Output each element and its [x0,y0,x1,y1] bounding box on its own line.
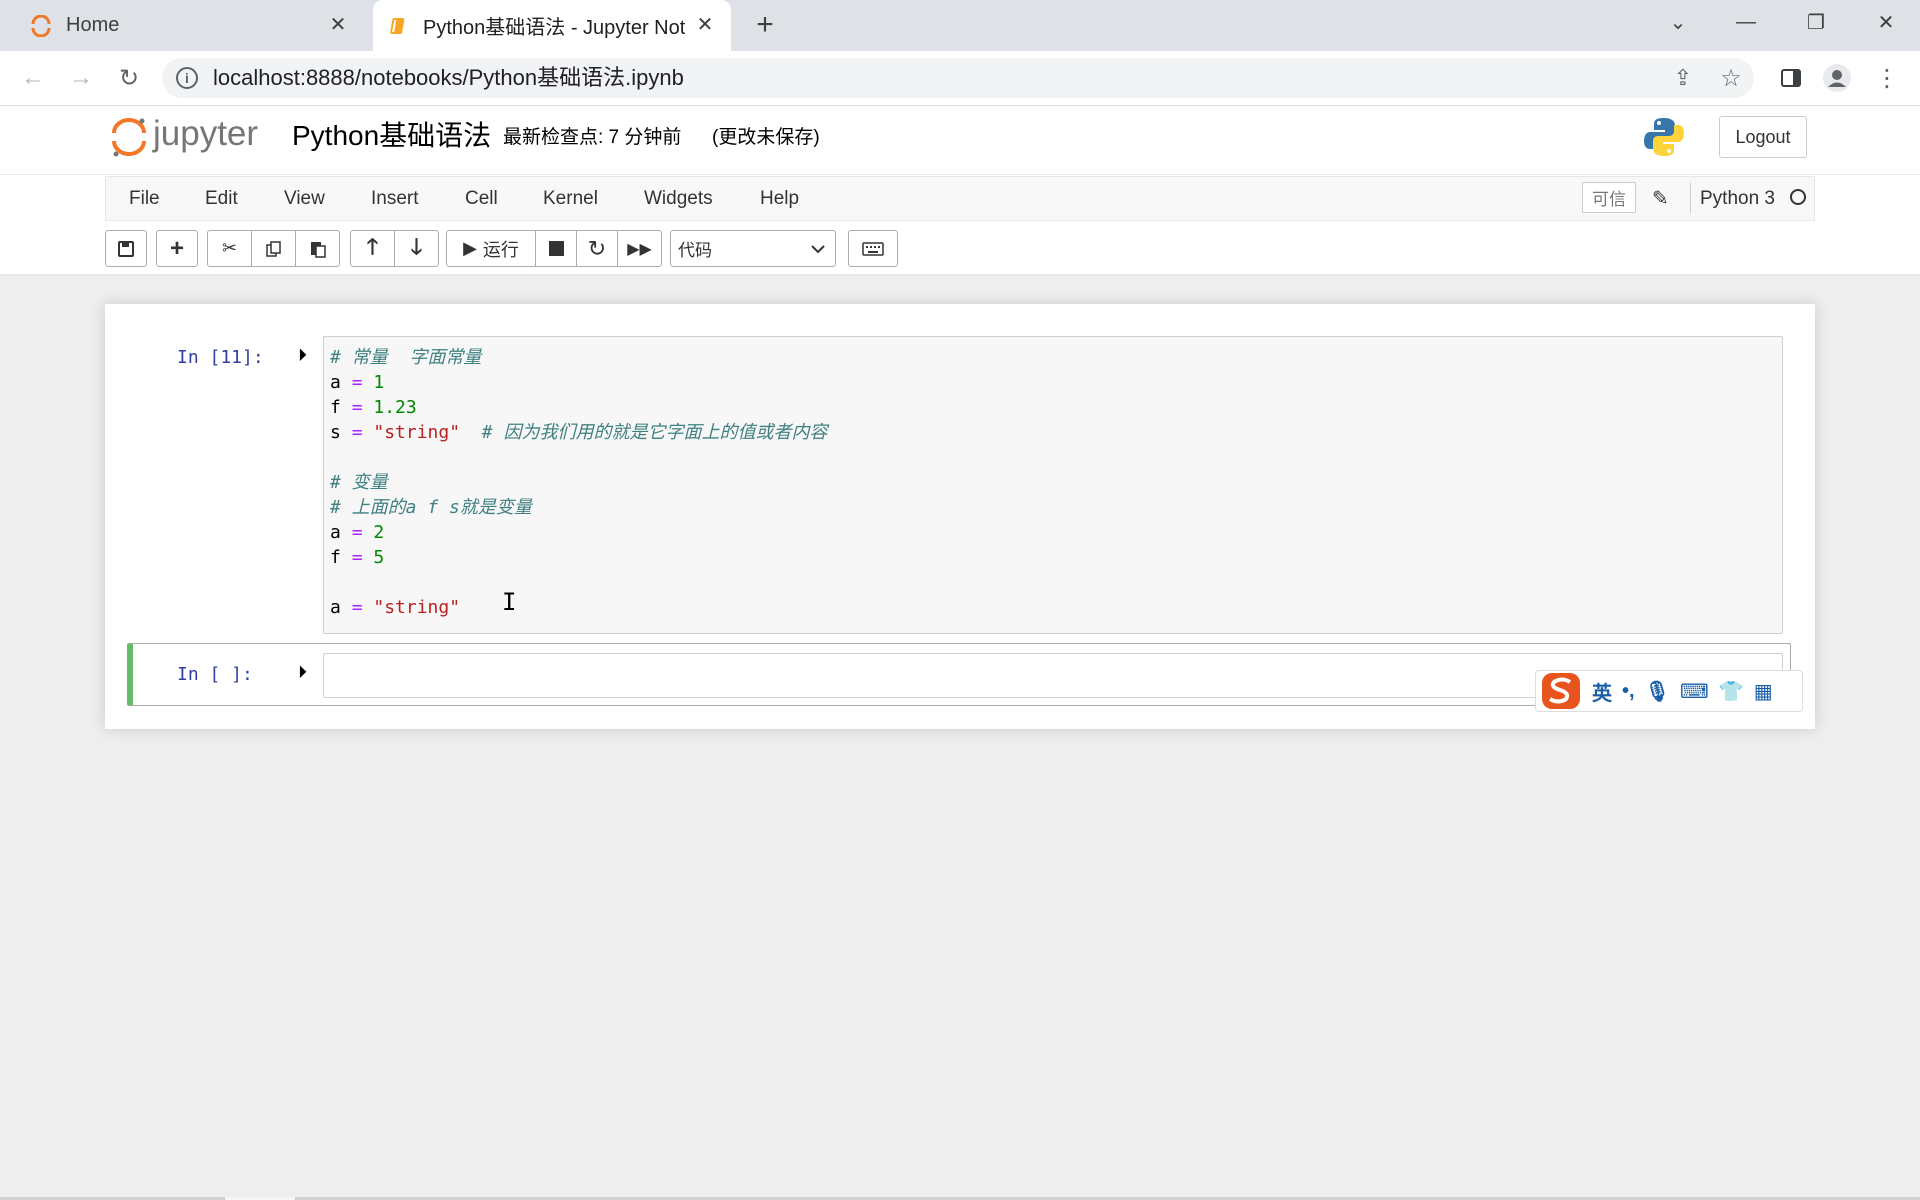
ime-punctuation-icon: •, [1622,679,1635,702]
restart-button[interactable]: ↻ [576,230,618,267]
close-window-icon[interactable]: ✕ [1856,0,1916,44]
text-cursor-icon: I [502,588,517,616]
keyboard-icon [862,241,884,256]
code-line: a = 2 [330,522,385,543]
code-line: # 上面的a f s就是变量 [330,497,532,518]
arrow-up-icon: 🡑 [366,233,379,259]
code-line: a = "string" [330,597,461,618]
move-up-button[interactable]: 🡑 [350,230,395,267]
menu-cell[interactable]: Cell [465,176,498,221]
new-tab-button[interactable]: + [748,8,782,42]
ime-microphone-icon: 🎙 [1644,680,1670,703]
ime-apps-icon: ▦ [1753,680,1773,703]
ime-keyboard-icon: ⌨ [1679,680,1709,703]
browser-menu-icon[interactable]: ⋮ [1872,63,1902,93]
trusted-indicator[interactable]: 可信 [1582,182,1636,213]
minimize-icon[interactable]: — [1716,0,1776,44]
fast-forward-icon: ▶▶ [627,240,652,258]
kernel-name[interactable]: Python 3 [1700,176,1775,221]
site-info-icon[interactable]: i [176,67,198,89]
jupyter-logo[interactable] [110,116,148,163]
cell-type-value: 代码 [678,241,712,260]
reload-icon[interactable]: ↻ [114,63,144,93]
copy-button[interactable] [251,230,296,267]
checkpoint-status: 最新检查点: 7 分钟前 [503,127,682,148]
profile-avatar-icon[interactable] [1822,63,1852,93]
play-icon: ▶ [463,238,477,258]
menu-edit[interactable]: Edit [205,176,238,221]
menu-insert[interactable]: Insert [371,176,419,221]
autosave-status: (更改未保存) [712,127,820,148]
forward-icon[interactable]: → [66,63,96,93]
chevron-down-icon [811,245,825,254]
logout-button[interactable]: Logout [1719,116,1807,158]
tab-home-close-icon[interactable]: ✕ [326,13,350,37]
menu-kernel[interactable]: Kernel [543,176,598,221]
move-down-button[interactable]: 🡓 [394,230,439,267]
notebook-title[interactable]: Python基础语法 [292,116,491,156]
arrow-down-icon: 🡓 [410,233,423,259]
jupyter-logo-text: jupyter [153,114,259,153]
run-button[interactable]: ▶ 运行 [446,230,536,267]
back-icon[interactable]: ← [18,63,48,93]
url-text[interactable]: localhost:8888/notebooks/Python基础语法.ipyn… [213,63,684,93]
tab-search-icon[interactable]: ⌄ [1648,0,1708,44]
cell-type-select[interactable]: 代码 [670,230,836,267]
restart-run-all-button[interactable]: ▶▶ [617,230,662,267]
python-logo-icon [1642,115,1686,164]
tab-notebook-close-icon[interactable]: ✕ [693,13,717,37]
paste-button[interactable] [295,230,340,267]
restore-icon[interactable]: ❐ [1786,0,1846,44]
cell-prompt: In [ ]: [177,664,253,685]
code-line: f = 5 [330,547,385,568]
jupyter-logo-icon [112,118,146,157]
interrupt-button[interactable] [535,230,577,267]
code-line: # 常量 字面常量 [330,347,482,368]
menu-file[interactable]: File [129,176,160,221]
ime-toolbar[interactable]: 英 •, 🎙 ⌨ 👕 ▦ [1535,670,1803,712]
cut-button[interactable]: ✂ [207,230,252,267]
copy-icon [265,240,281,257]
ime-language-label: 英 [1592,682,1612,705]
code-line: # 变量 [330,472,388,493]
menubar [105,176,1815,221]
bookmark-star-icon[interactable]: ☆ [1716,63,1746,93]
code-line: s = "string" # 因为我们用的就是它字面上的值或者内容 [330,422,828,443]
run-cell-icon[interactable]: ⏵ [298,662,307,683]
menu-help[interactable]: Help [760,176,799,221]
insert-cell-button[interactable]: + [156,230,198,267]
save-icon [118,240,134,257]
ime-skin-icon: 👕 [1718,680,1744,703]
menubar-divider [1690,183,1691,213]
command-palette-button[interactable] [848,230,898,267]
tab-home-title: Home [66,14,120,36]
sogou-logo-icon [1542,673,1580,709]
jupyter-favicon-icon [31,14,51,37]
restart-icon: ↻ [587,235,607,261]
cell-prompt: In [11]: [177,347,264,368]
code-line: a = 1 [330,372,385,393]
menu-view[interactable]: View [284,176,325,221]
stop-icon [548,241,564,256]
tab-notebook-title: Python基础语法 - Jupyter Note [423,17,685,39]
edit-mode-pencil-icon: ✎ [1652,188,1669,210]
tab-notebook[interactable]: Python基础语法 - Jupyter Note ✕ [373,0,731,51]
run-cell-icon[interactable]: ⏵ [298,345,307,366]
scissors-icon: ✂ [221,238,238,258]
side-panel-icon[interactable] [1776,63,1806,93]
jupyter-header [0,106,1920,175]
run-label: 运行 [482,239,519,260]
paste-icon [310,241,326,258]
menu-widgets[interactable]: Widgets [644,176,713,221]
save-button[interactable] [105,230,147,267]
share-icon[interactable]: ⇪ [1668,63,1698,93]
notebook-favicon-icon [390,17,405,34]
kernel-idle-indicator-icon [1790,189,1806,205]
code-cell-input[interactable] [323,336,1783,634]
plus-icon: + [169,234,184,262]
tab-home[interactable]: Home ✕ [14,0,364,51]
code-line: f = 1.23 [330,397,417,418]
